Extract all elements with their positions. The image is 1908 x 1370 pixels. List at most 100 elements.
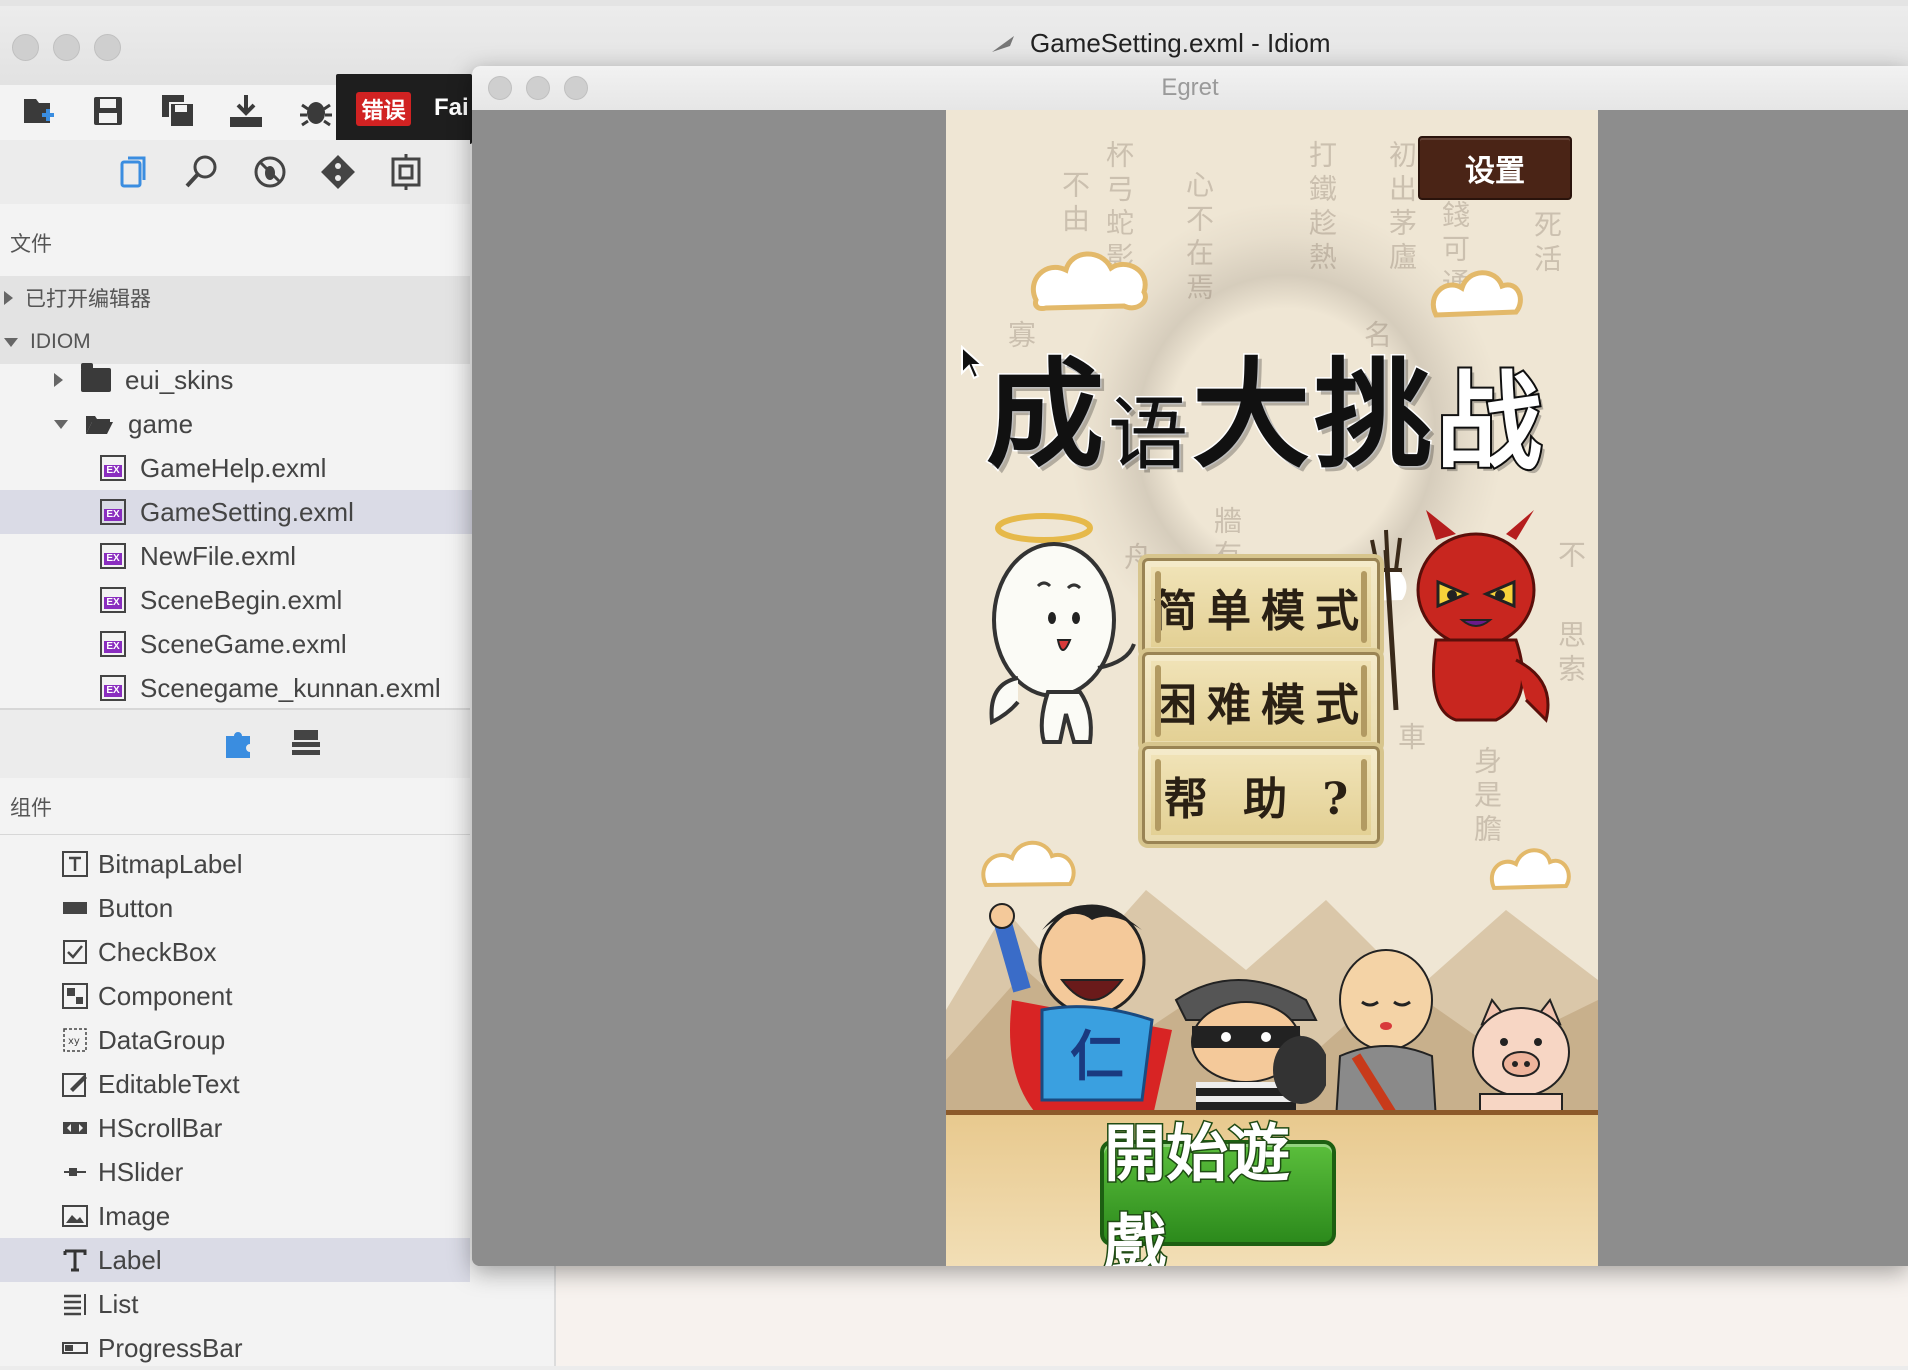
- cloud-icon: [1430, 270, 1523, 318]
- tree-label: game: [128, 408, 194, 439]
- debug-icon[interactable]: [250, 152, 290, 192]
- save-icon[interactable]: [88, 91, 128, 131]
- error-badge: 错误: [356, 92, 411, 126]
- new-folder-icon[interactable]: [20, 91, 60, 131]
- exml-file-icon: EX: [100, 543, 126, 569]
- component-component[interactable]: Component: [0, 974, 470, 1018]
- hslider-icon: [64, 1168, 86, 1176]
- bottom-editor-area: [554, 1266, 1908, 1366]
- bg-calligraphy: 身是膽: [1470, 746, 1503, 848]
- component-label-item[interactable]: Label: [0, 1238, 470, 1282]
- logo-char: 战: [1434, 359, 1544, 486]
- checkbox-icon: [63, 940, 87, 964]
- layers-icon[interactable]: [288, 726, 324, 762]
- component-label: ProgressBar: [98, 1332, 243, 1363]
- bg-calligraphy: 死活: [1530, 210, 1563, 278]
- close-window-button[interactable]: [12, 34, 39, 61]
- tree-folder-eui-skins[interactable]: eui_skins: [0, 358, 524, 402]
- exml-file-icon: EX: [100, 455, 126, 481]
- list-icon: [64, 1294, 86, 1316]
- component-icon: [62, 983, 88, 1009]
- image-icon: [62, 1205, 88, 1227]
- component-label: Image: [98, 1200, 171, 1231]
- bg-calligraphy: 初出茅廬: [1385, 140, 1418, 276]
- component-label: HScrollBar: [98, 1112, 223, 1143]
- open-editors-group[interactable]: 已打开编辑器: [0, 276, 470, 320]
- start-game-button[interactable]: 開始遊戲: [1100, 1119, 1336, 1266]
- exml-file-icon: EX: [100, 587, 126, 613]
- component-label: BitmapLabel: [98, 848, 243, 879]
- progressbar-icon: [62, 1342, 88, 1354]
- download-icon[interactable]: [226, 91, 266, 131]
- egret-stage: 不由 杯弓蛇影 心不在焉 打鐵趁熱 初出茅廬 錢可通 死活 寡 名 不 思索 車…: [472, 110, 1908, 1266]
- logo-char: 大: [1191, 345, 1312, 486]
- component-image[interactable]: Image: [0, 1194, 470, 1238]
- collapsed-arrow-icon: [54, 373, 63, 387]
- bg-calligraphy: 打鐵趁熱: [1305, 140, 1338, 276]
- minimize-window-button[interactable]: [53, 34, 80, 61]
- game-canvas[interactable]: 不由 杯弓蛇影 心不在焉 打鐵趁熱 初出茅廬 錢可通 死活 寡 名 不 思索 車…: [946, 110, 1598, 1266]
- tree-label: eui_skins: [125, 364, 234, 395]
- settings-button[interactable]: 设置: [1418, 136, 1572, 200]
- sidebar: 文件 已打开编辑器 IDIOM eui_skins game EX GameHe…: [0, 140, 570, 1366]
- component-label: Button: [98, 892, 174, 923]
- window-title: GameSetting.exml - Idiom: [990, 28, 1331, 59]
- tree-label: NewFile.exml: [140, 540, 297, 571]
- component-label: HSlider: [98, 1156, 184, 1187]
- collapsed-arrow-icon: [4, 291, 13, 305]
- angel-character: [989, 513, 1136, 744]
- component-hscrollbar[interactable]: HScrollBar: [0, 1106, 470, 1150]
- tree-label: GameHelp.exml: [140, 452, 327, 483]
- button-icon: [63, 902, 87, 914]
- save-all-icon[interactable]: [158, 91, 198, 131]
- exml-file-icon: EX: [100, 675, 126, 701]
- label-icon: [63, 1249, 87, 1272]
- help-button[interactable]: 帮 助 ?: [1142, 746, 1380, 844]
- git-icon[interactable]: [318, 152, 358, 192]
- devil-character: [1370, 510, 1550, 723]
- component-label: Component: [98, 980, 233, 1011]
- hard-mode-button[interactable]: 困难模式: [1142, 652, 1380, 750]
- project-label: IDIOM: [30, 330, 91, 353]
- thief-character: [1174, 979, 1326, 1120]
- egret-title: Egret: [1161, 74, 1219, 101]
- component-datagroup[interactable]: xy DataGroup: [0, 1018, 470, 1062]
- debug-bug-icon[interactable]: [296, 91, 336, 131]
- files-icon[interactable]: [114, 152, 154, 192]
- datagroup-icon: xy: [63, 1028, 87, 1052]
- puzzle-icon[interactable]: [220, 726, 256, 762]
- search-icon[interactable]: [182, 152, 222, 192]
- svg-text:仁: 仁: [1070, 1025, 1124, 1088]
- component-label: CheckBox: [98, 936, 217, 967]
- component-editabletext[interactable]: EditableText: [0, 1062, 470, 1106]
- activity-bar: [0, 140, 470, 204]
- component-progressbar[interactable]: ProgressBar: [0, 1326, 470, 1370]
- superhero-character: 仁: [989, 903, 1172, 1120]
- component-bitmaplabel[interactable]: BitmapLabel: [0, 842, 470, 886]
- egret-preview-window: Egret 不由 杯弓蛇影 心不在焉 打鐵趁熱 初出茅廬 錢可通 死活 寡 名 …: [472, 66, 1908, 1266]
- component-hslider[interactable]: HSlider: [0, 1150, 470, 1194]
- expanded-arrow-icon: [54, 419, 68, 429]
- component-button[interactable]: Button: [0, 886, 470, 930]
- error-text: Fai: [434, 94, 469, 121]
- extensions-icon[interactable]: [386, 152, 426, 192]
- window-title-text: GameSetting.exml - Idiom: [1030, 28, 1331, 58]
- monk-character: [1334, 949, 1438, 1120]
- logo-char: 成: [984, 345, 1105, 486]
- easy-mode-button[interactable]: 简单模式: [1142, 558, 1380, 656]
- exml-file-icon: EX: [100, 631, 126, 657]
- maximize-window-button[interactable]: [94, 34, 121, 61]
- feather-icon: [992, 35, 1014, 52]
- mouse-cursor-icon: [961, 345, 984, 380]
- component-checkbox[interactable]: CheckBox: [0, 930, 470, 974]
- files-section-header: 文件: [10, 233, 52, 256]
- components-divider: [0, 834, 470, 835]
- egret-titlebar: Egret: [472, 66, 1908, 111]
- error-status[interactable]: 错误 Fai: [336, 74, 472, 144]
- component-panel-tabs: [0, 710, 470, 778]
- tree-folder-game[interactable]: game: [0, 402, 524, 446]
- component-list[interactable]: List: [0, 1282, 470, 1326]
- bitmaplabel-icon: [62, 851, 88, 877]
- bg-calligraphy: 心不在焉: [1182, 170, 1215, 306]
- tree-label: Scenegame_kunnan.exml: [140, 672, 441, 703]
